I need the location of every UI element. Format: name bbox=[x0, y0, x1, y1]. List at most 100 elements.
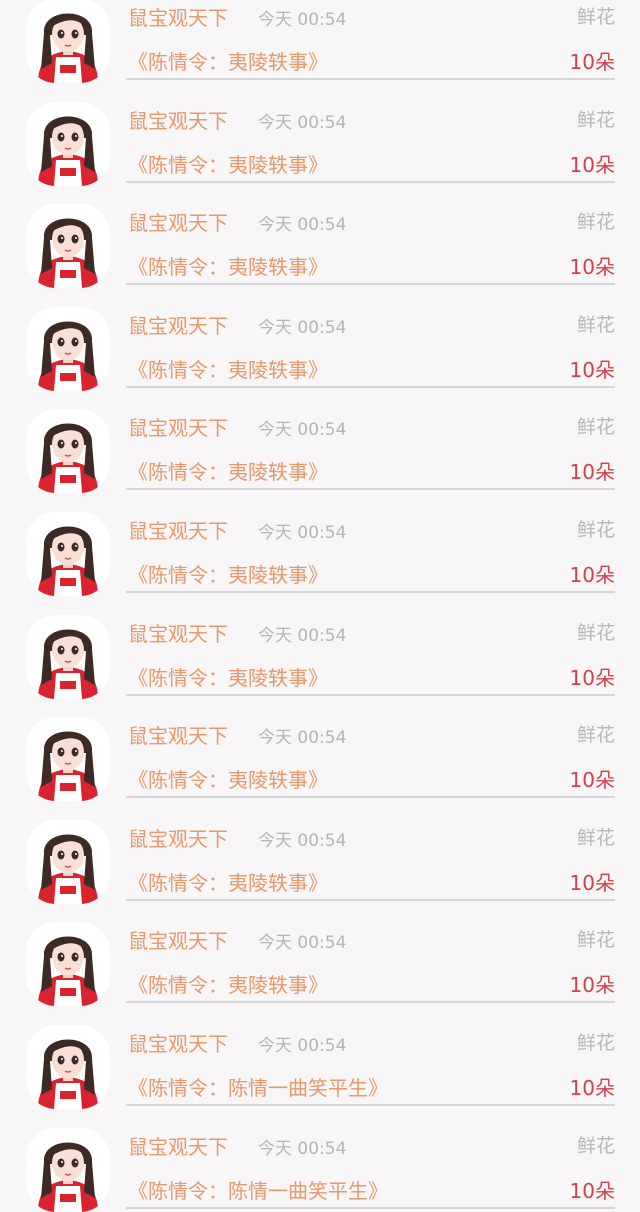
gift-count: 10朵 bbox=[569, 562, 615, 587]
list-item[interactable]: 鼠宝观天下 今天 00:54 鲜花 《陈情令：夷陵轶事》 10朵 bbox=[0, 287, 640, 391]
cartoon-girl-avatar-icon bbox=[26, 511, 110, 596]
cartoon-girl-avatar-icon bbox=[26, 819, 110, 904]
gift-record-list: 鼠宝观天下 今天 00:54 鲜花 《陈情令：夷陵轶事》 10朵 鼠宝观天下 今… bbox=[0, 0, 640, 1212]
avatar[interactable] bbox=[26, 1127, 110, 1212]
work-title[interactable]: 《陈情令：夷陵轶事》 bbox=[128, 149, 328, 178]
send-time: 今天 00:54 bbox=[258, 1138, 347, 1159]
divider bbox=[126, 1001, 615, 1004]
send-time: 今天 00:54 bbox=[258, 933, 347, 954]
avatar[interactable] bbox=[26, 204, 110, 289]
gift-type: 鲜花 bbox=[576, 6, 615, 28]
sender-name[interactable]: 鼠宝观天下 bbox=[128, 105, 228, 134]
gift-type: 鲜花 bbox=[576, 416, 615, 439]
work-title[interactable]: 《陈情令：夷陵轶事》 bbox=[128, 354, 328, 383]
sender-name[interactable]: 鼠宝观天下 bbox=[128, 1131, 228, 1160]
avatar[interactable] bbox=[26, 101, 110, 186]
gift-count: 10朵 bbox=[569, 357, 615, 382]
sender-name[interactable]: 鼠宝观天下 bbox=[128, 720, 228, 749]
list-item[interactable]: 鼠宝观天下 今天 00:54 鲜花 《陈情令：夷陵轶事》 10朵 bbox=[0, 184, 640, 289]
send-time: 今天 00:54 bbox=[258, 625, 347, 646]
divider bbox=[126, 180, 615, 183]
work-title[interactable]: 《陈情令：陈情一曲笑平生》 bbox=[128, 1175, 388, 1204]
gift-count: 10朵 bbox=[569, 768, 615, 793]
cartoon-girl-avatar-icon bbox=[26, 717, 110, 802]
sender-name[interactable]: 鼠宝观天下 bbox=[128, 1028, 228, 1057]
gift-type: 鲜花 bbox=[576, 518, 615, 541]
list-item[interactable]: 鼠宝观天下 今天 00:54 鲜花 《陈情令：陈情一曲笑平生》 10朵 bbox=[0, 1108, 640, 1212]
list-item[interactable]: 鼠宝观天下 今天 00:54 鲜花 《陈情令：陈情一曲笑平生》 10朵 bbox=[0, 1005, 640, 1109]
gift-type: 鲜花 bbox=[576, 1134, 615, 1157]
list-item[interactable]: 鼠宝观天下 今天 00:54 鲜花 《陈情令：夷陵轶事》 10朵 bbox=[0, 389, 640, 494]
sender-name[interactable]: 鼠宝观天下 bbox=[128, 310, 228, 339]
list-item[interactable]: 鼠宝观天下 今天 00:54 鲜花 《陈情令：夷陵轶事》 10朵 bbox=[0, 902, 640, 1007]
gift-count: 10朵 bbox=[569, 870, 615, 895]
sender-name[interactable]: 鼠宝观天下 bbox=[128, 2, 228, 31]
gift-count: 10朵 bbox=[569, 255, 615, 280]
send-time: 今天 00:54 bbox=[258, 112, 347, 133]
avatar[interactable] bbox=[26, 819, 110, 904]
gift-type: 鲜花 bbox=[576, 313, 615, 336]
gift-count: 10朵 bbox=[569, 1075, 615, 1100]
gift-count: 10朵 bbox=[569, 1178, 615, 1203]
gift-count: 10朵 bbox=[569, 973, 615, 998]
cartoon-girl-avatar-icon bbox=[26, 409, 110, 494]
divider bbox=[126, 898, 615, 901]
work-title[interactable]: 《陈情令：夷陵轶事》 bbox=[128, 662, 328, 691]
work-title[interactable]: 《陈情令：夷陵轶事》 bbox=[128, 251, 328, 280]
send-time: 今天 00:54 bbox=[258, 215, 347, 236]
avatar[interactable] bbox=[26, 511, 110, 596]
divider bbox=[126, 590, 615, 593]
divider bbox=[126, 796, 615, 799]
avatar[interactable] bbox=[26, 614, 110, 699]
gift-count: 10朵 bbox=[569, 50, 615, 74]
list-item[interactable]: 鼠宝观天下 今天 00:54 鲜花 《陈情令：夷陵轶事》 10朵 bbox=[0, 492, 640, 596]
divider bbox=[126, 78, 615, 80]
cartoon-girl-avatar-icon bbox=[26, 1127, 110, 1212]
divider bbox=[126, 693, 615, 696]
sender-name[interactable]: 鼠宝观天下 bbox=[128, 207, 228, 236]
send-time: 今天 00:54 bbox=[258, 420, 347, 441]
list-item[interactable]: 鼠宝观天下 今天 00:54 鲜花 《陈情令：夷陵轶事》 10朵 bbox=[0, 595, 640, 699]
gift-type: 鲜花 bbox=[576, 1031, 615, 1054]
sender-name[interactable]: 鼠宝观天下 bbox=[128, 515, 228, 544]
sender-name[interactable]: 鼠宝观天下 bbox=[128, 925, 228, 954]
cartoon-girl-avatar-icon bbox=[26, 306, 110, 391]
divider bbox=[126, 488, 615, 491]
avatar[interactable] bbox=[26, 409, 110, 494]
sender-name[interactable]: 鼠宝观天下 bbox=[128, 412, 228, 441]
avatar[interactable] bbox=[26, 306, 110, 391]
list-item[interactable]: 鼠宝观天下 今天 00:54 鲜花 《陈情令：夷陵轶事》 10朵 bbox=[0, 0, 640, 83]
work-title[interactable]: 《陈情令：夷陵轶事》 bbox=[128, 456, 328, 485]
sender-name[interactable]: 鼠宝观天下 bbox=[128, 618, 228, 647]
cartoon-girl-avatar-icon bbox=[26, 0, 110, 83]
avatar[interactable] bbox=[26, 0, 110, 83]
send-time: 今天 00:54 bbox=[258, 1035, 347, 1056]
avatar[interactable] bbox=[26, 717, 110, 802]
work-title[interactable]: 《陈情令：夷陵轶事》 bbox=[128, 46, 328, 75]
work-title[interactable]: 《陈情令：夷陵轶事》 bbox=[128, 559, 328, 588]
cartoon-girl-avatar-icon bbox=[26, 1024, 110, 1109]
work-title[interactable]: 《陈情令：陈情一曲笑平生》 bbox=[128, 1072, 388, 1101]
gift-type: 鲜花 bbox=[576, 724, 615, 747]
list-item[interactable]: 鼠宝观天下 今天 00:54 鲜花 《陈情令：夷陵轶事》 10朵 bbox=[0, 697, 640, 802]
send-time: 今天 00:54 bbox=[258, 830, 347, 851]
gift-type: 鲜花 bbox=[576, 929, 615, 952]
work-title[interactable]: 《陈情令：夷陵轶事》 bbox=[128, 969, 328, 998]
work-title[interactable]: 《陈情令：夷陵轶事》 bbox=[128, 867, 328, 896]
avatar[interactable] bbox=[26, 922, 110, 1007]
gift-type: 鲜花 bbox=[576, 621, 615, 644]
gift-type: 鲜花 bbox=[576, 826, 615, 849]
send-time: 今天 00:54 bbox=[258, 317, 347, 338]
gift-count: 10朵 bbox=[569, 665, 615, 690]
list-item[interactable]: 鼠宝观天下 今天 00:54 鲜花 《陈情令：夷陵轶事》 10朵 bbox=[0, 82, 640, 186]
divider bbox=[126, 1206, 615, 1209]
work-title[interactable]: 《陈情令：夷陵轶事》 bbox=[128, 764, 328, 793]
gift-count: 10朵 bbox=[569, 152, 615, 177]
cartoon-girl-avatar-icon bbox=[26, 204, 110, 289]
list-item[interactable]: 鼠宝观天下 今天 00:54 鲜花 《陈情令：夷陵轶事》 10朵 bbox=[0, 800, 640, 904]
gift-type: 鲜花 bbox=[576, 108, 615, 131]
sender-name[interactable]: 鼠宝观天下 bbox=[128, 823, 228, 852]
avatar[interactable] bbox=[26, 1024, 110, 1109]
cartoon-girl-avatar-icon bbox=[26, 101, 110, 186]
gift-count: 10朵 bbox=[569, 460, 615, 485]
